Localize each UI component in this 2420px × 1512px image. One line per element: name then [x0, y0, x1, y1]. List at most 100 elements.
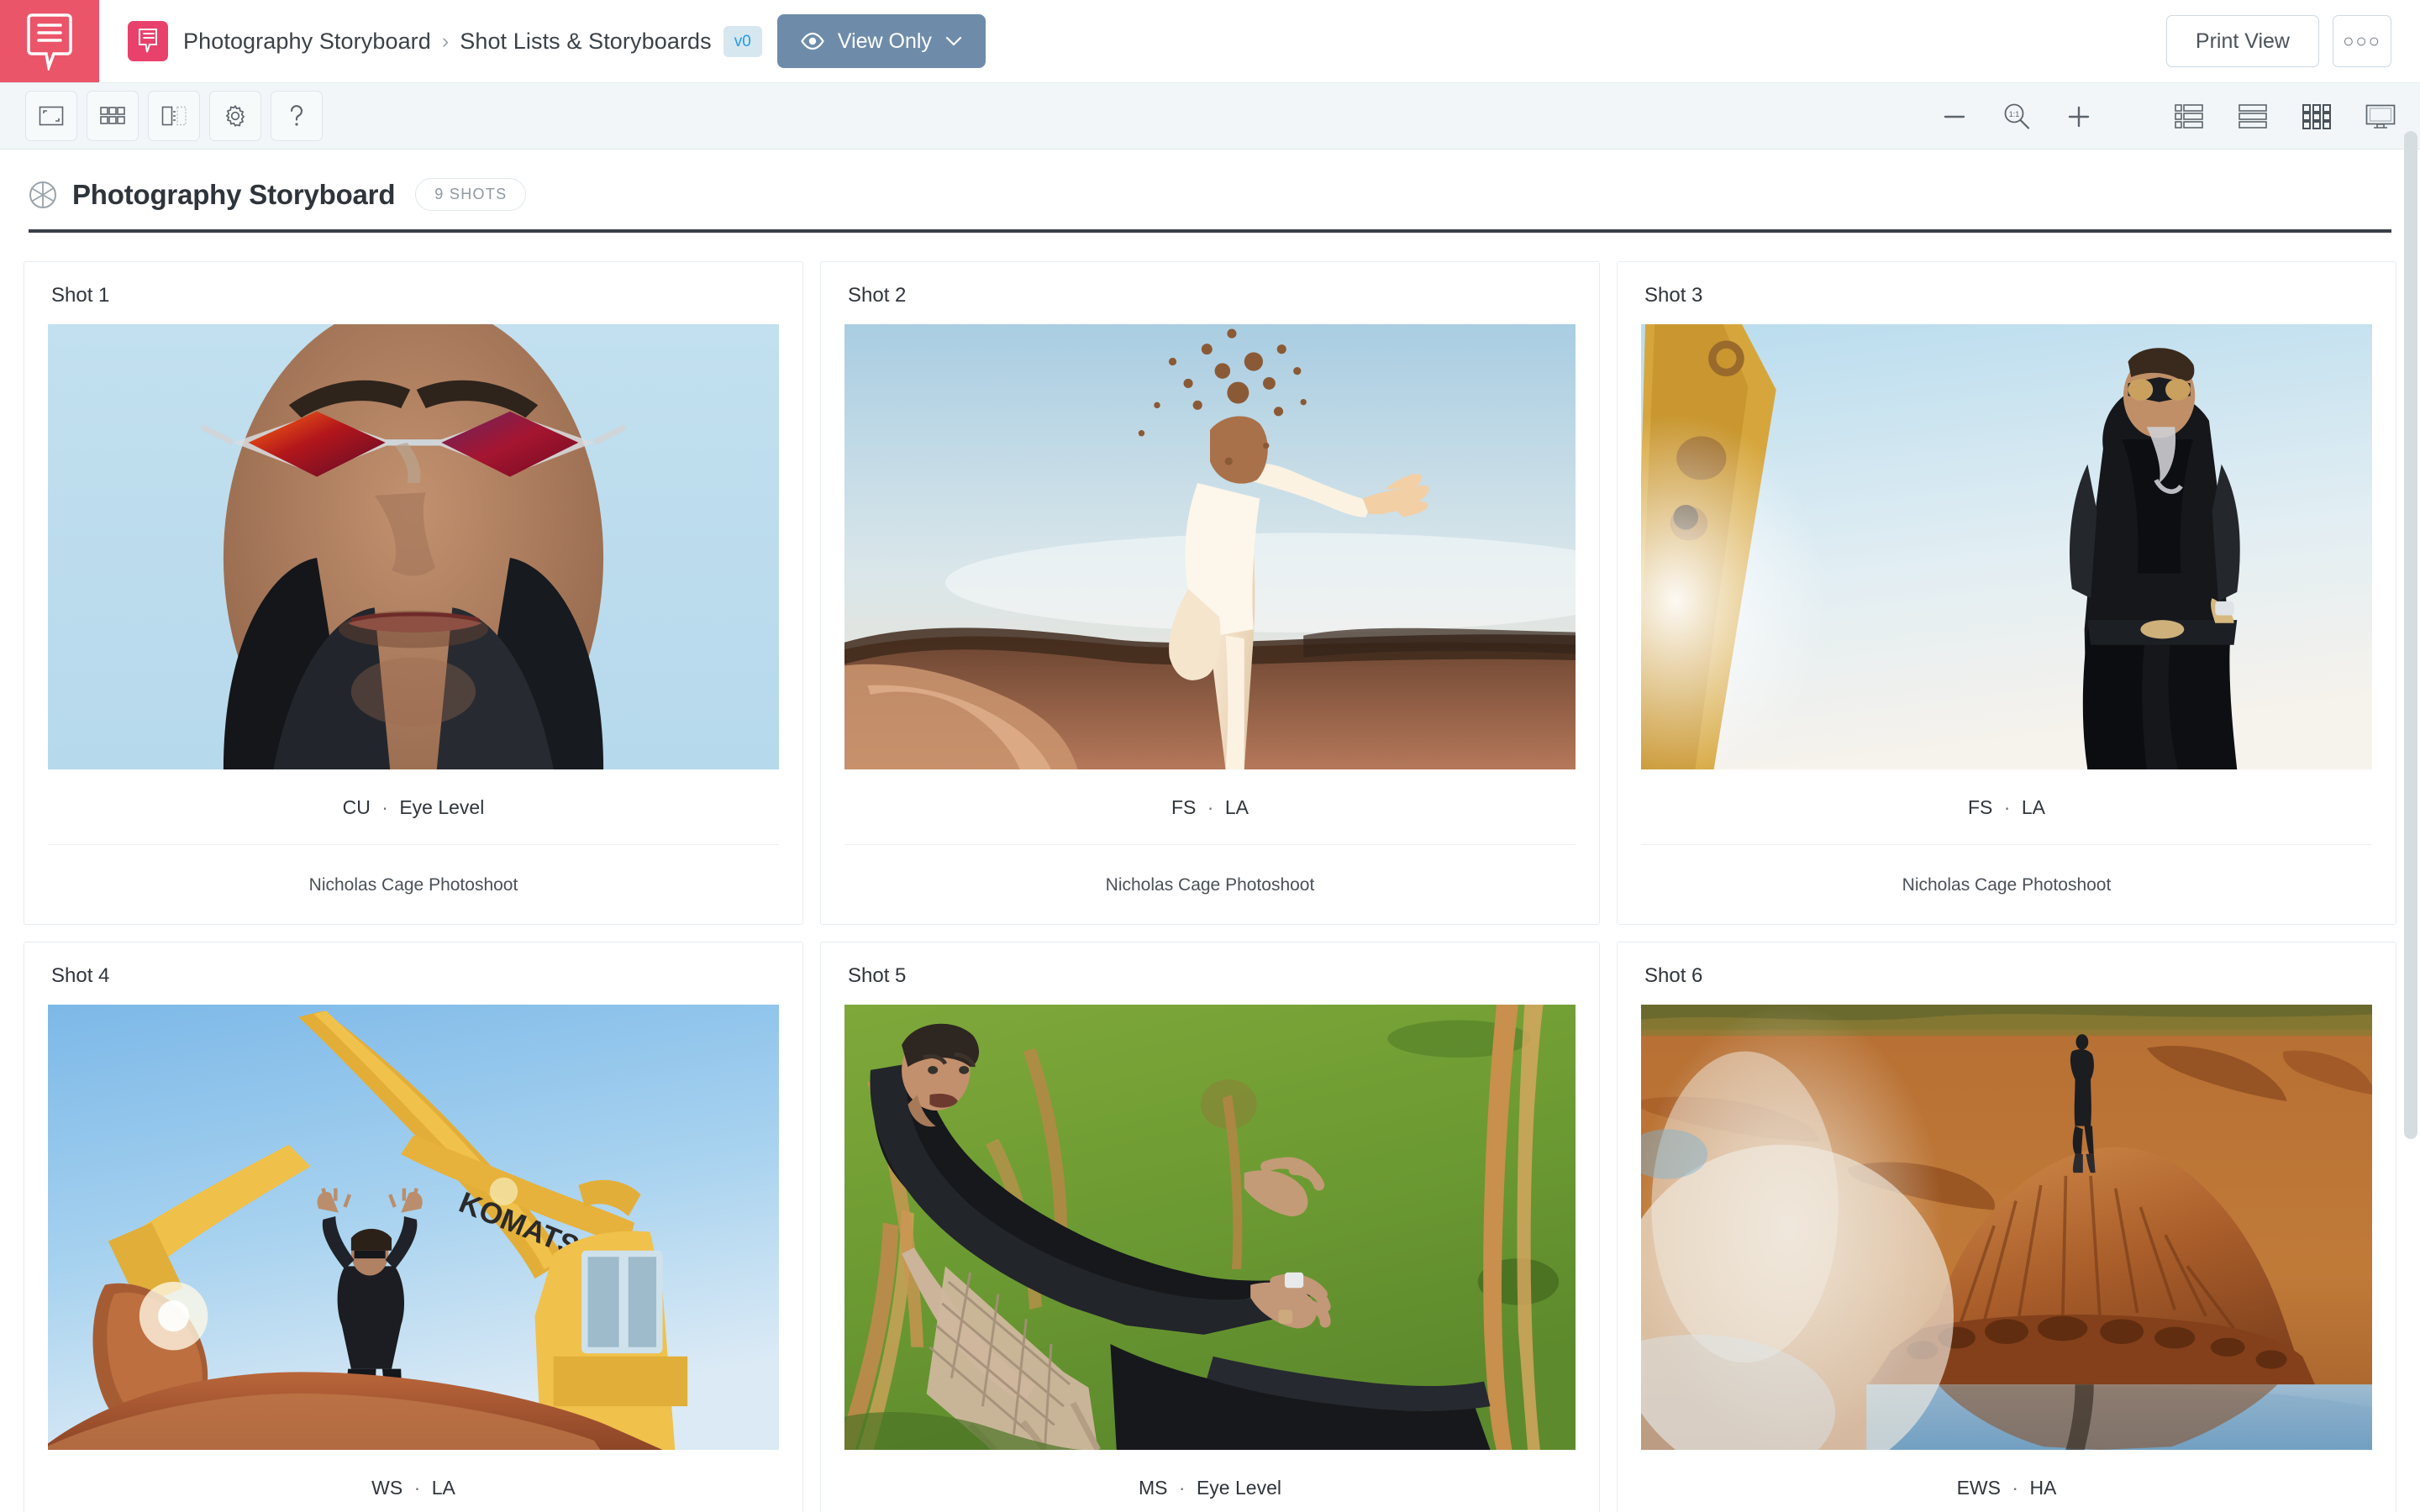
- shot-header: Shot 1: [51, 284, 110, 307]
- help-button[interactable]: [271, 91, 323, 141]
- grid-view-button[interactable]: [2297, 98, 2336, 135]
- shot-thumbnail[interactable]: [48, 324, 779, 769]
- question-mark-icon: [290, 105, 302, 126]
- shot-header: Shot 6: [1644, 964, 1703, 987]
- zoom-reset-button[interactable]: 1:1: [1998, 98, 2035, 135]
- view-only-label: View Only: [837, 29, 932, 53]
- scrollbar-thumb[interactable]: [2404, 131, 2417, 1139]
- settings-button[interactable]: [209, 91, 261, 141]
- view-toggle-group: [2170, 98, 2400, 135]
- shot-3-image: [1641, 324, 2372, 769]
- shot-angle: LA: [431, 1477, 455, 1499]
- editor-toolbar: 1:1: [0, 82, 2420, 150]
- shot-size: FS: [1171, 796, 1197, 818]
- svg-text:1:1: 1:1: [2009, 110, 2020, 118]
- presentation-view-button[interactable]: [2361, 98, 2400, 135]
- shot-6-image: [1641, 1005, 2372, 1450]
- zoom-in-button[interactable]: [2060, 98, 2097, 135]
- grid-nine-icon: [2302, 104, 2331, 129]
- shot-angle: Eye Level: [399, 796, 485, 818]
- meta-separator: ·: [413, 1477, 421, 1499]
- page-header: Photography Storyboard 9 SHOTS: [0, 150, 2420, 233]
- shot-5-image: [844, 1005, 1576, 1450]
- shot-thumbnail[interactable]: [844, 1005, 1576, 1450]
- shot-1-image: [48, 324, 779, 769]
- breadcrumb-project[interactable]: Photography Storyboard: [183, 29, 431, 55]
- page-title: Photography Storyboard: [72, 178, 396, 210]
- zoom-out-button[interactable]: [1936, 98, 1973, 135]
- shot-angle: HA: [2029, 1477, 2057, 1499]
- version-badge[interactable]: v0: [723, 25, 762, 57]
- toolbar-right-group: 1:1: [1936, 83, 2400, 150]
- shot-size: EWS: [1956, 1477, 2001, 1499]
- shot-card[interactable]: Shot 4 KOMATSU WS · LA: [24, 942, 803, 1512]
- panel-layout-button[interactable]: [148, 91, 200, 141]
- shot-header: Shot 4: [51, 964, 110, 987]
- rows-icon: [2238, 104, 2267, 129]
- eye-icon: [801, 32, 824, 50]
- shot-header: Shot 2: [848, 284, 907, 307]
- shot-meta: FS · LA: [844, 769, 1576, 845]
- speech-bubble-pages-icon: [27, 13, 72, 71]
- zoom-controls: 1:1: [1936, 98, 2097, 135]
- shot-meta: EWS · HA: [1641, 1450, 2372, 1512]
- crop-frame-icon: [39, 106, 64, 126]
- shot-thumbnail[interactable]: [1641, 324, 2372, 769]
- shot-card[interactable]: Shot 3 FS · LA Nicholas Cage Photoshoot: [1617, 261, 2396, 925]
- shot-meta: CU · Eye Level: [48, 769, 779, 845]
- app-logo[interactable]: [0, 0, 99, 82]
- shot-size: WS: [371, 1477, 403, 1499]
- shot-caption: Nicholas Cage Photoshoot: [1105, 875, 1315, 895]
- meta-separator: ·: [381, 796, 388, 818]
- shot-angle: Eye Level: [1196, 1477, 1281, 1499]
- shot-card[interactable]: Shot 2 FS · LA Nicholas Cage Photoshoot: [820, 261, 1600, 925]
- shot-header: Shot 3: [1644, 284, 1703, 307]
- zoom-one-to-one-icon: 1:1: [2004, 103, 2030, 129]
- shot-thumbnail[interactable]: [1641, 1005, 2372, 1450]
- breadcrumb-section[interactable]: Shot Lists & Storyboards: [460, 29, 712, 55]
- monitor-icon: [2365, 104, 2396, 129]
- camera-aperture-icon: [29, 181, 56, 208]
- shot-card[interactable]: Shot 5 MS · Eye Level: [820, 942, 1600, 1512]
- shot-size: CU: [342, 796, 371, 818]
- minus-icon: [1944, 115, 1965, 118]
- toolbar-left-group: [25, 91, 323, 141]
- shot-meta: MS · Eye Level: [844, 1450, 1576, 1512]
- top-bar: Photography Storyboard › Shot Lists & St…: [0, 0, 2420, 82]
- shot-size: MS: [1139, 1477, 1168, 1499]
- page-scrollbar[interactable]: [2402, 128, 2420, 1512]
- shot-4-image: KOMATSU: [48, 1005, 779, 1450]
- grid-six-icon: [100, 107, 125, 124]
- view-only-dropdown[interactable]: View Only: [776, 14, 986, 68]
- shot-meta: WS · LA: [48, 1450, 779, 1512]
- shot-size: FS: [1968, 796, 1993, 818]
- project-badge-glyph-icon: [139, 29, 157, 53]
- split-panel-icon: [161, 106, 187, 126]
- chevron-down-icon: [945, 36, 962, 46]
- shot-angle: LA: [2021, 796, 2045, 818]
- meta-separator: ·: [2003, 796, 2011, 818]
- shot-thumbnail[interactable]: KOMATSU: [48, 1005, 779, 1450]
- storyboard-grid: Shot 1 CU · Eye Level Nicholas Cage Phot…: [0, 233, 2420, 1512]
- list-thumbnails-icon: [2175, 104, 2203, 129]
- shot-2-image: [844, 324, 1576, 769]
- rows-view-button[interactable]: [2233, 98, 2272, 135]
- ellipsis-icon: ○○○: [2343, 30, 2381, 51]
- fit-to-screen-button[interactable]: [25, 91, 77, 141]
- shot-thumbnail[interactable]: [844, 324, 1576, 769]
- list-view-button[interactable]: [2170, 98, 2208, 135]
- project-badge-icon[interactable]: [128, 21, 168, 61]
- top-bar-actions: Print View ○○○: [2165, 0, 2391, 82]
- plus-icon: [2068, 106, 2090, 128]
- shot-angle: LA: [1224, 796, 1249, 818]
- shot-header: Shot 5: [848, 964, 907, 987]
- print-view-button[interactable]: Print View: [2165, 15, 2319, 67]
- shot-card[interactable]: Shot 1 CU · Eye Level Nicholas Cage Phot…: [24, 261, 803, 925]
- grid-layout-button[interactable]: [87, 91, 139, 141]
- shot-meta: FS · LA: [1641, 769, 2372, 845]
- shot-caption: Nicholas Cage Photoshoot: [1902, 875, 2112, 895]
- more-options-button[interactable]: ○○○: [2333, 15, 2391, 67]
- meta-separator: ·: [2012, 1477, 2019, 1499]
- shot-card[interactable]: Shot 6 EWS · HA: [1617, 942, 2396, 1512]
- breadcrumb: Photography Storyboard › Shot Lists & St…: [128, 14, 986, 68]
